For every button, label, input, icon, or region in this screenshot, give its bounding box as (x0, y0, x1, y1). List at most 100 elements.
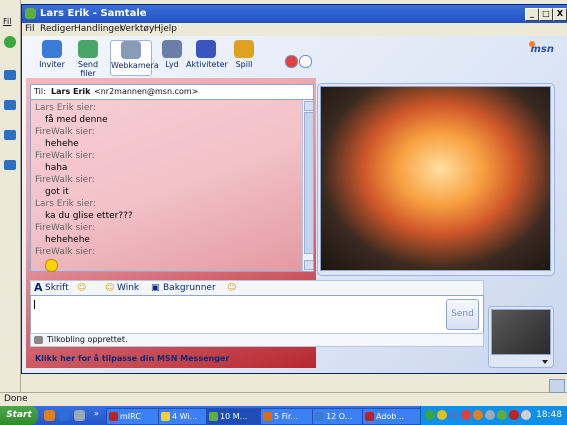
backgrounds-button[interactable]: Bakgrunner (163, 283, 216, 293)
invite-label: Inviter (39, 60, 65, 69)
chat-line: Lars Erik sier: (35, 103, 97, 113)
games-button[interactable]: Spill (226, 40, 262, 74)
folder-icon[interactable] (4, 100, 16, 110)
folder-icon[interactable] (4, 130, 16, 140)
background-statusbar: Done (0, 379, 567, 407)
to-name: Lars Erik (51, 87, 91, 96)
clock[interactable]: 18:48 (536, 410, 562, 420)
chat-line: få med denne (45, 115, 108, 125)
menu-help[interactable]: Hjelp (154, 24, 177, 34)
chevron-down-icon[interactable] (542, 360, 548, 364)
taskbar: Start » mIRC 4 Wi... 10 M... 5 Fir... 12… (0, 406, 567, 425)
pen-icon[interactable] (299, 55, 312, 68)
background-menu-file[interactable]: Fil (3, 17, 11, 26)
window-title: Lars Erik - Samtale (40, 8, 147, 19)
menu-file[interactable]: Fil (25, 24, 35, 34)
taskbar-item-label: 10 M... (220, 412, 248, 421)
connection-icon (34, 336, 43, 344)
tray-icon[interactable] (485, 410, 495, 420)
input-toolbar: A Skrift ☺ ☺ Wink ▣ Bakgrunner ☺ (30, 280, 484, 296)
invite-button[interactable]: Inviter (34, 40, 70, 74)
menu-actions[interactable]: Handlinger (74, 24, 123, 34)
adobe-icon (365, 412, 374, 421)
tray-icon[interactable] (461, 410, 471, 420)
conversation-window: Lars Erik - Samtale _ □ X Fil Rediger Ha… (21, 4, 567, 374)
audio-button[interactable]: Lyd (154, 40, 190, 74)
folder-icon[interactable] (4, 160, 16, 170)
scroll-up-arrow-icon[interactable] (304, 101, 314, 111)
webcam-button[interactable]: Webkamera (110, 40, 159, 76)
menu-edit[interactable]: Rediger (40, 24, 75, 34)
emoticon-icon[interactable]: ☺ (77, 283, 86, 293)
nudge-icon[interactable]: ☺ (227, 283, 236, 293)
chat-line: FireWalk sier: (35, 223, 95, 233)
back-arrow-icon[interactable] (4, 36, 16, 48)
scroll-thumb[interactable] (304, 112, 314, 254)
activities-button[interactable]: Aktiviteter (186, 40, 228, 74)
connection-status-text: Tilkobling opprettet. (47, 335, 128, 344)
folder-icon[interactable] (4, 70, 16, 80)
chat-line: hehehehe (45, 235, 90, 245)
font-icon[interactable]: A (34, 281, 43, 294)
audio-icon (162, 40, 182, 58)
scroll-down-button[interactable] (549, 379, 565, 393)
quick-launch-more-icon[interactable]: » (94, 409, 99, 418)
start-button[interactable]: Start (0, 406, 38, 425)
title-bar[interactable]: Lars Erik - Samtale _ □ X (22, 5, 567, 23)
background-left-strip: Fil (0, 0, 21, 392)
taskbar-item-label: Adob... (376, 412, 405, 421)
menu-tools[interactable]: Verktøy (120, 24, 154, 34)
customize-link[interactable]: Klikk her for å tilpasse din MSN Messeng… (35, 354, 229, 363)
taskbar-item-label: mIRC (120, 412, 141, 421)
contact-webcam-video (320, 86, 551, 271)
msn-icon (209, 412, 218, 421)
send-files-icon (78, 40, 98, 58)
taskbar-item-label: 12 O... (326, 412, 353, 421)
chevron-down-icon[interactable] (540, 264, 546, 268)
to-label: Til: (34, 87, 46, 96)
tray-icon[interactable] (449, 410, 459, 420)
tray-icon[interactable] (497, 410, 507, 420)
chat-scrollbar[interactable] (302, 100, 314, 271)
games-icon (234, 40, 254, 58)
maximize-button[interactable]: □ (539, 8, 553, 21)
chat-line: Lars Erik sier: (35, 199, 97, 209)
close-button[interactable]: X (553, 8, 567, 21)
firefox-icon (263, 412, 272, 421)
invite-icon (42, 40, 62, 58)
client-area: Inviter Send filer Webkamera Lyd Aktivit… (22, 36, 567, 373)
wink-button[interactable]: Wink (117, 283, 139, 293)
activities-label: Aktiviteter (186, 60, 228, 69)
chat-line: haha (45, 163, 68, 173)
browser-icon[interactable] (44, 410, 55, 421)
own-webcam-video (491, 309, 551, 355)
tray-icon[interactable] (509, 410, 519, 420)
scroll-down-arrow-icon[interactable] (304, 260, 314, 270)
send-button[interactable]: Send (446, 299, 479, 330)
message-input[interactable] (30, 295, 484, 334)
chat-history[interactable]: Lars Erik sier: få med denne FireWalk si… (30, 99, 314, 272)
send-files-button[interactable]: Send filer (70, 40, 106, 78)
block-icon[interactable] (285, 55, 298, 68)
chat-line: FireWalk sier: (35, 151, 95, 161)
webcam-icon (121, 41, 141, 59)
tray-icon[interactable] (473, 410, 483, 420)
media-player-icon[interactable] (74, 410, 85, 421)
tray-icon[interactable] (437, 410, 447, 420)
activities-icon (196, 40, 216, 58)
backgrounds-icon[interactable]: ▣ (151, 283, 160, 293)
outlook-icon (315, 412, 324, 421)
folder-icon (161, 412, 170, 421)
taskbar-item-label: 5 Fir... (274, 412, 299, 421)
taskbar-item-adobe[interactable]: Adob... (362, 408, 429, 425)
msn-logo: msn (528, 41, 554, 55)
internet-explorer-icon[interactable] (59, 410, 70, 421)
chat-line: got it (45, 187, 69, 197)
font-button[interactable]: Skrift (45, 283, 69, 293)
wink-icon[interactable]: ☺ (105, 283, 114, 293)
tray-icon[interactable] (425, 410, 435, 420)
minimize-button[interactable]: _ (525, 8, 539, 21)
chat-line: FireWalk sier: (35, 127, 95, 137)
speaker-icon[interactable] (521, 410, 531, 420)
audio-label: Lyd (165, 60, 179, 69)
